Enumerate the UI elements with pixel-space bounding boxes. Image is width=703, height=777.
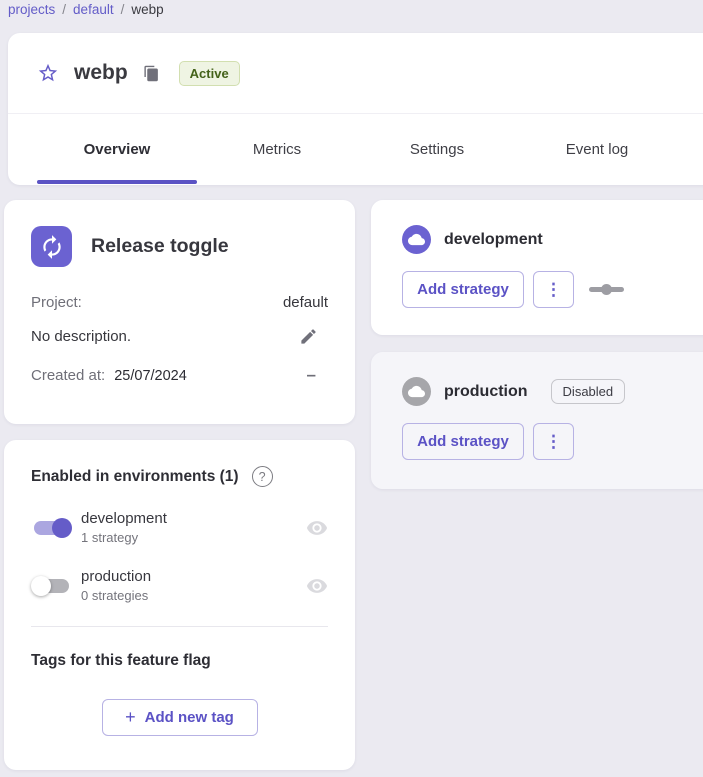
disabled-badge: Disabled <box>551 379 626 404</box>
more-options-kebab-icon[interactable]: ⋮ <box>533 423 574 460</box>
enabled-environments-section: Enabled in environments (1) ? developmen… <box>4 440 355 627</box>
breadcrumb-separator: / <box>62 2 66 17</box>
help-icon[interactable]: ? <box>252 466 273 487</box>
add-new-tag-label: Add new tag <box>145 709 234 726</box>
production-toggle[interactable] <box>31 575 72 597</box>
active-tab-underline <box>37 180 197 184</box>
development-environment-card: development Add strategy ⋮ <box>371 200 703 335</box>
environment-row-development: development 1 strategy <box>31 510 328 545</box>
environment-cloud-icon <box>402 377 431 406</box>
project-label: Project: <box>31 294 82 311</box>
tab-overview[interactable]: Overview <box>37 114 197 184</box>
breadcrumb-projects-link[interactable]: projects <box>8 2 55 17</box>
created-value: 25/07/2024 <box>114 368 187 384</box>
tab-event-log-label: Event log <box>566 141 629 158</box>
breadcrumb-default-link[interactable]: default <box>73 2 114 17</box>
more-options-kebab-icon[interactable]: ⋮ <box>533 271 574 308</box>
tab-metrics-label: Metrics <box>253 141 301 158</box>
plus-icon: + <box>125 707 136 728</box>
created-row: Created at: 25/07/2024 – <box>31 365 328 385</box>
add-strategy-button[interactable]: Add strategy <box>402 423 524 460</box>
edit-description-icon[interactable] <box>299 327 318 346</box>
environment-card-name: development <box>444 231 543 249</box>
visibility-eye-icon[interactable] <box>306 575 328 597</box>
environment-cloud-icon <box>402 225 431 254</box>
development-toggle[interactable] <box>31 517 72 539</box>
copy-name-icon[interactable] <box>143 65 160 82</box>
add-new-tag-button[interactable]: + Add new tag <box>102 699 258 736</box>
environment-strategy-count: 0 strategies <box>81 588 151 603</box>
created-label: Created at: <box>31 367 105 384</box>
toggle-thumb <box>52 518 72 538</box>
toggle-thumb <box>31 576 51 596</box>
project-value: default <box>283 294 328 311</box>
environment-strategy-count: 1 strategy <box>81 530 167 545</box>
tab-metrics[interactable]: Metrics <box>197 114 357 184</box>
feature-title-row: webp Active <box>8 33 703 114</box>
enabled-environments-title: Enabled in environments (1) <box>31 468 239 486</box>
feature-tabs: Overview Metrics Settings Event log <box>8 114 703 184</box>
environment-name: production <box>81 568 151 585</box>
tab-event-log[interactable]: Event log <box>517 114 677 184</box>
breadcrumb: projects / default / webp <box>8 2 164 17</box>
environment-card-name: production <box>444 383 528 401</box>
drag-handle-icon <box>589 287 624 292</box>
tab-settings-label: Settings <box>410 141 464 158</box>
environment-name: development <box>81 510 167 527</box>
tab-overview-label: Overview <box>84 141 151 158</box>
tags-title: Tags for this feature flag <box>31 652 328 670</box>
status-badge: Active <box>179 61 240 86</box>
description-text: No description. <box>31 328 131 345</box>
release-toggle-icon <box>31 226 72 267</box>
feature-flag-title: webp <box>74 61 128 85</box>
tags-section: Tags for this feature flag + Add new tag <box>4 627 355 761</box>
environments-panel-card: Enabled in environments (1) ? developmen… <box>4 440 355 770</box>
environment-row-production: production 0 strategies <box>31 568 328 603</box>
flag-type-title: Release toggle <box>91 235 229 258</box>
release-toggle-header: Release toggle <box>31 226 328 267</box>
production-environment-card: production Disabled Add strategy ⋮ <box>371 352 703 489</box>
tab-settings[interactable]: Settings <box>357 114 517 184</box>
add-strategy-button[interactable]: Add strategy <box>402 271 524 308</box>
favorite-star-icon[interactable] <box>37 62 59 84</box>
collapse-icon[interactable]: – <box>307 365 316 385</box>
breadcrumb-current-page: webp <box>131 2 163 17</box>
breadcrumb-separator: / <box>121 2 125 17</box>
description-row: No description. <box>31 327 328 346</box>
release-toggle-card: Release toggle Project: default No descr… <box>4 200 355 424</box>
visibility-eye-icon[interactable] <box>306 517 328 539</box>
feature-header-card: webp Active Overview Metrics Settings Ev… <box>8 33 703 185</box>
project-row: Project: default <box>31 294 328 311</box>
